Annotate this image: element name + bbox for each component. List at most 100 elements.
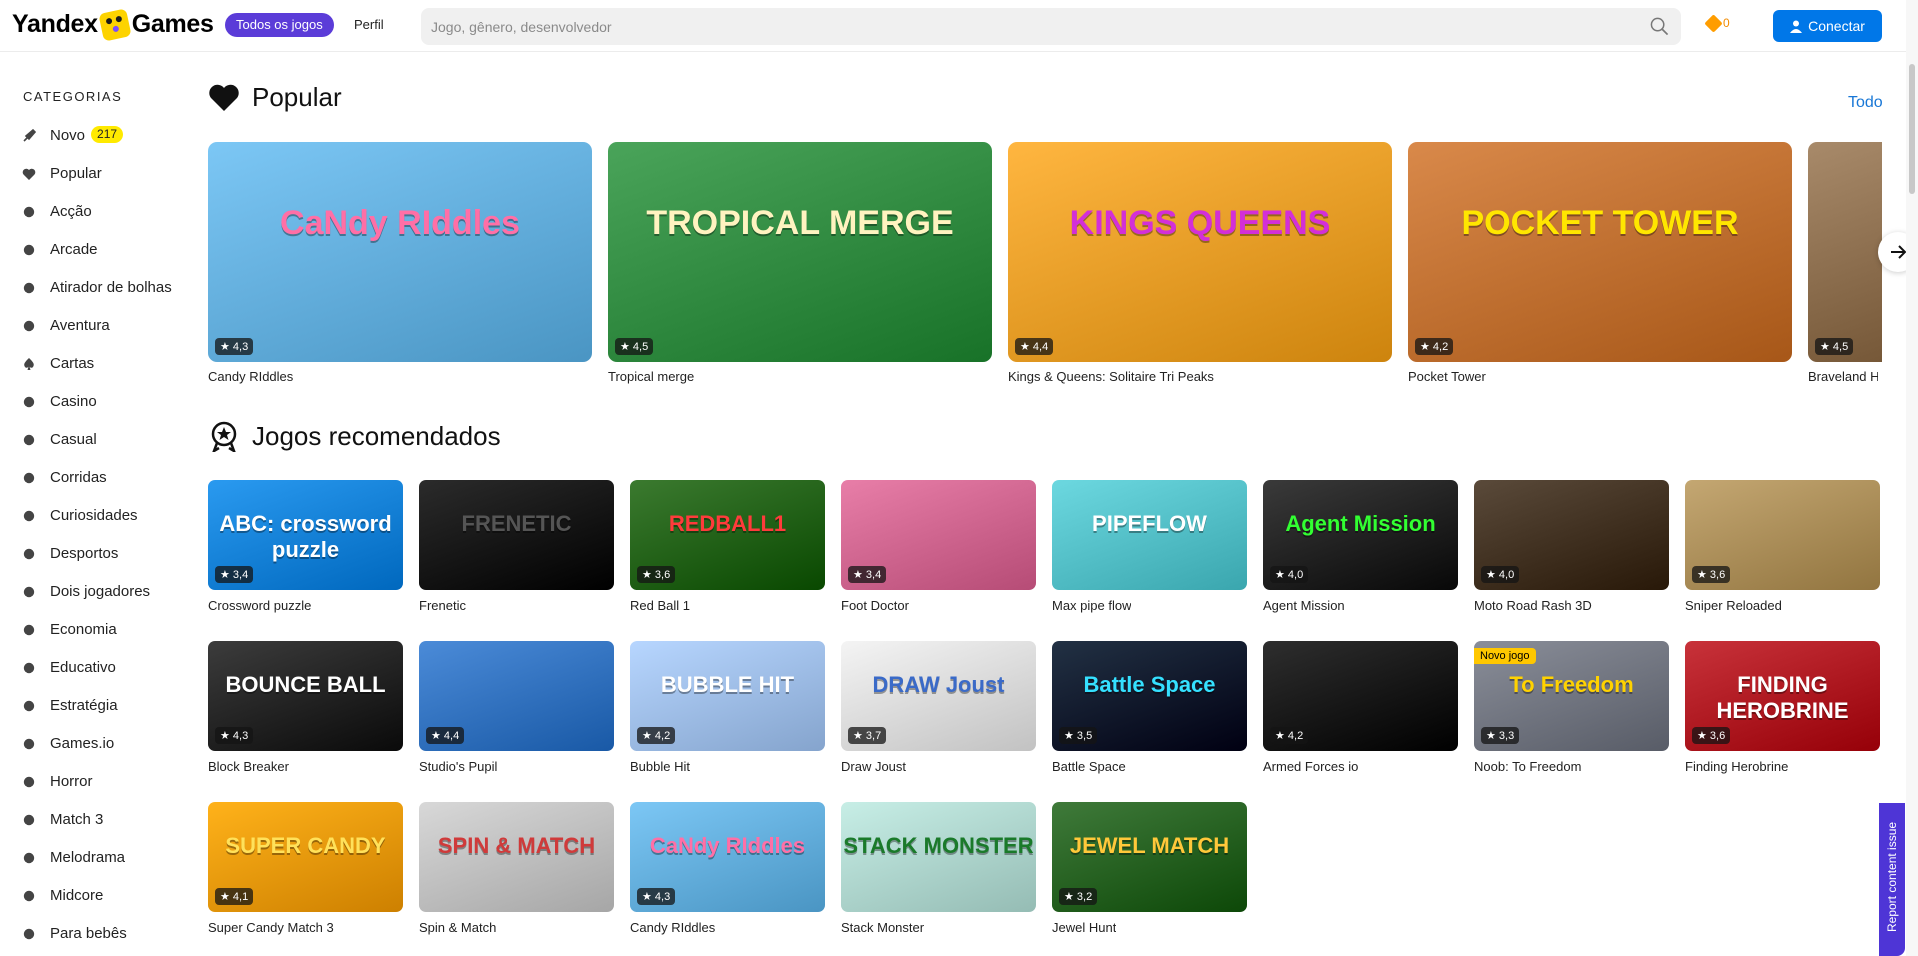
game-card[interactable]: POCKET TOWER ★ 4,2: [1408, 142, 1792, 362]
game-title[interactable]: Sniper Reloaded: [1685, 598, 1782, 613]
rating-badge: ★ 4,2: [637, 727, 676, 744]
game-title[interactable]: Foot Doctor: [841, 598, 909, 613]
game-title[interactable]: Finding Herobrine: [1685, 759, 1788, 774]
sidebar-item-desportos[interactable]: Desportos: [22, 544, 182, 563]
page-scrollbar[interactable]: [1906, 0, 1918, 956]
all-games-button[interactable]: Todos os jogos: [225, 13, 334, 37]
game-card[interactable]: KINGS QUEENS ★ 4,4: [1008, 142, 1392, 362]
game-card[interactable]: CaNdy RIddles ★ 4,3: [208, 142, 592, 362]
game-title[interactable]: Battle Space: [1052, 759, 1126, 774]
game-title[interactable]: Bubble Hit: [630, 759, 690, 774]
report-content-issue-button[interactable]: Report content issue: [1879, 803, 1905, 956]
game-card[interactable]: ★ 4,5: [1808, 142, 1882, 362]
search-input[interactable]: [421, 8, 1621, 45]
game-card[interactable]: DRAW Joust ★ 3,7: [841, 641, 1036, 751]
game-card[interactable]: BUBBLE HIT ★ 4,2: [630, 641, 825, 751]
baby-icon: [23, 928, 35, 940]
search-icon[interactable]: [1650, 17, 1669, 36]
grid-icon: [23, 814, 35, 826]
sidebar-item-corridas[interactable]: Corridas: [22, 468, 182, 487]
game-card[interactable]: ★ 4,0: [1474, 480, 1669, 590]
game-title[interactable]: Spin & Match: [419, 920, 496, 935]
game-title[interactable]: Max pipe flow: [1052, 598, 1131, 613]
game-thumbnail-title: CaNdy RIddles: [280, 203, 520, 242]
new-count-badge: 217: [91, 126, 124, 143]
game-title[interactable]: Red Ball 1: [630, 598, 690, 613]
game-title[interactable]: Crossword puzzle: [208, 598, 311, 613]
game-card[interactable]: JEWEL MATCH ★ 3,2: [1052, 802, 1247, 912]
game-title[interactable]: Draw Joust: [841, 759, 906, 774]
sidebar-item-novo[interactable]: Novo 217: [22, 126, 182, 145]
game-title[interactable]: Super Candy Match 3: [208, 920, 334, 935]
sidebar-item-match-3[interactable]: Match 3: [22, 810, 182, 829]
popular-all-link[interactable]: Todo: [1848, 94, 1883, 112]
dice-icon: [98, 7, 132, 42]
coin-icon: [1704, 13, 1723, 33]
sidebar-item-cartas[interactable]: Cartas: [22, 354, 182, 373]
scrollbar-thumb[interactable]: [1909, 64, 1915, 194]
game-title[interactable]: Frenetic: [419, 598, 466, 613]
game-card[interactable]: TROPICAL MERGE ★ 4,5: [608, 142, 992, 362]
game-title[interactable]: Noob: To Freedom: [1474, 759, 1581, 774]
sidebar-item-horror[interactable]: Horror: [22, 772, 182, 791]
game-card[interactable]: Agent Mission ★ 4,0: [1263, 480, 1458, 590]
speedometer-icon: [23, 472, 35, 484]
sidebar-item-dois-jogadores[interactable]: Dois jogadores: [22, 582, 182, 601]
sidebar-item-midcore[interactable]: Midcore: [22, 886, 182, 905]
game-title[interactable]: Armed Forces io: [1263, 759, 1358, 774]
connect-button[interactable]: Conectar: [1773, 10, 1882, 42]
rating-badge: ★ 4,3: [215, 727, 254, 744]
sidebar-item-melodrama[interactable]: Melodrama: [22, 848, 182, 867]
game-title[interactable]: Jewel Hunt: [1052, 920, 1116, 935]
yandex-games-logo[interactable]: Yandex Games: [12, 7, 214, 42]
game-title[interactable]: Braveland Heroes: [1808, 369, 1878, 384]
sidebar-item-label: Match 3: [50, 811, 104, 828]
rating-badge: ★ 3,2: [1059, 888, 1098, 905]
game-card[interactable]: To Freedom Novo jogo ★ 3,3: [1474, 641, 1669, 751]
game-card[interactable]: ★ 4,2: [1263, 641, 1458, 751]
coins-counter[interactable]: 0: [1704, 13, 1730, 33]
sidebar-item-estratégia[interactable]: Estratégia: [22, 696, 182, 715]
sidebar-item-label: Para bebês: [50, 925, 127, 942]
sidebar-item-economia[interactable]: Economia: [22, 620, 182, 639]
sidebar-item-arcade[interactable]: Arcade: [22, 240, 182, 259]
game-card[interactable]: CaNdy RIddles ★ 4,3: [630, 802, 825, 912]
game-card[interactable]: ★ 3,6: [1685, 480, 1880, 590]
game-title[interactable]: Candy RIddles: [208, 369, 293, 384]
rating-badge: ★ 4,2: [1270, 727, 1309, 744]
sidebar-item-popular[interactable]: Popular: [22, 164, 182, 183]
bubbles-icon: [23, 282, 35, 294]
game-card[interactable]: REDBALL1 ★ 3,6: [630, 480, 825, 590]
game-title[interactable]: Stack Monster: [841, 920, 924, 935]
game-card[interactable]: FINDING HEROBRINE ★ 3,6: [1685, 641, 1880, 751]
game-title[interactable]: Studio's Pupil: [419, 759, 497, 774]
game-title[interactable]: Agent Mission: [1263, 598, 1345, 613]
sidebar-item-educativo[interactable]: Educativo: [22, 658, 182, 677]
game-card[interactable]: ★ 3,4: [841, 480, 1036, 590]
game-title[interactable]: Candy RIddles: [630, 920, 715, 935]
game-title[interactable]: Pocket Tower: [1408, 369, 1486, 384]
sidebar-item-games-io[interactable]: Games.io: [22, 734, 182, 753]
sidebar-item-aventura[interactable]: Aventura: [22, 316, 182, 335]
game-title[interactable]: Moto Road Rash 3D: [1474, 598, 1592, 613]
game-card[interactable]: FRENETIC: [419, 480, 614, 590]
rating-badge: ★ 3,6: [1692, 566, 1731, 583]
game-title[interactable]: Tropical merge: [608, 369, 694, 384]
game-card[interactable]: BOUNCE BALL ★ 4,3: [208, 641, 403, 751]
sidebar-item-acção[interactable]: Acção: [22, 202, 182, 221]
game-card[interactable]: SPIN & MATCH: [419, 802, 614, 912]
game-card[interactable]: Battle Space ★ 3,5: [1052, 641, 1247, 751]
game-card[interactable]: SUPER CANDY ★ 4,1: [208, 802, 403, 912]
sidebar-item-casino[interactable]: Casino: [22, 392, 182, 411]
profile-link[interactable]: Perfil: [354, 17, 384, 32]
game-title[interactable]: Block Breaker: [208, 759, 289, 774]
game-card[interactable]: ABC: crossword puzzle ★ 3,4: [208, 480, 403, 590]
sidebar-item-para-bebês[interactable]: Para bebês: [22, 924, 182, 943]
sidebar-item-curiosidades[interactable]: Curiosidades: [22, 506, 182, 525]
sidebar-item-casual[interactable]: Casual: [22, 430, 182, 449]
sidebar-item-atirador-de-bolhas[interactable]: Atirador de bolhas: [22, 278, 182, 297]
game-card[interactable]: STACK MONSTER: [841, 802, 1036, 912]
game-title[interactable]: Kings & Queens: Solitaire Tri Peaks: [1008, 369, 1214, 384]
game-card[interactable]: ★ 4,4: [419, 641, 614, 751]
game-card[interactable]: PIPEFLOW: [1052, 480, 1247, 590]
